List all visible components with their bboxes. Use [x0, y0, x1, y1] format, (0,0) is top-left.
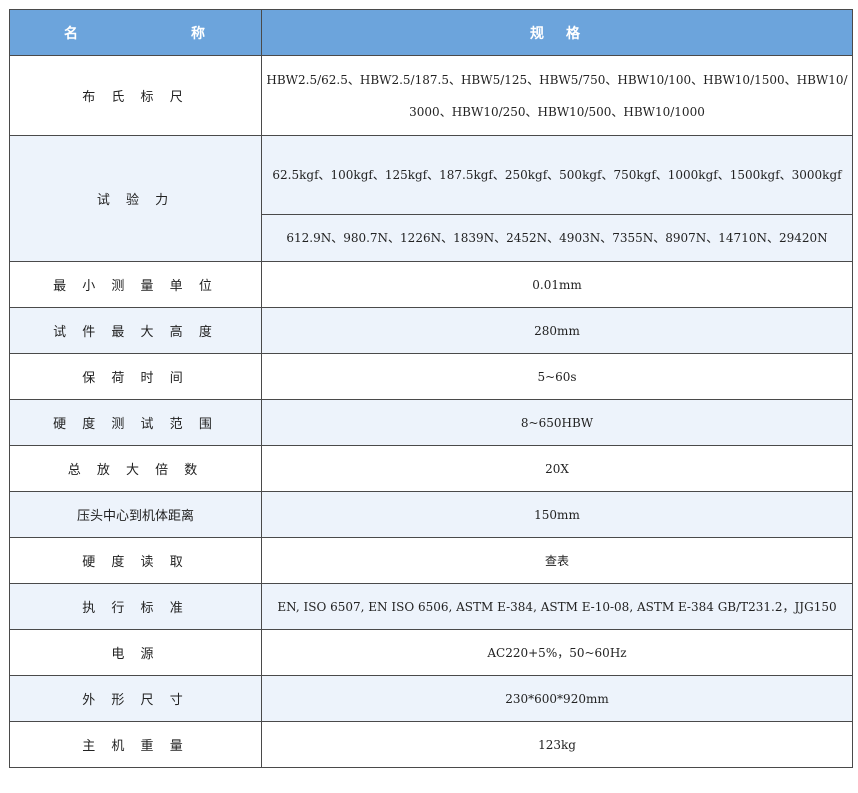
row-name: 硬 度 测 试 范 围: [9, 399, 262, 446]
table-header-row: 名 称 规 格: [9, 9, 853, 56]
table-row: 电 源 AC220+5%，50~60Hz: [9, 629, 853, 676]
table-row: 硬 度 读 取 查表: [9, 537, 853, 584]
spec-table: 名 称 规 格 布 氏 标 尺 HBW2.5/62.5、HBW2.5/187.5…: [9, 9, 853, 768]
row-name: 压头中心到机体距离: [9, 491, 262, 538]
row-name: 保 荷 时 间: [9, 353, 262, 400]
table-row: 试 验 力 62.5kgf、100kgf、125kgf、187.5kgf、250…: [9, 135, 853, 262]
row-name: 电 源: [9, 629, 262, 676]
header-name-part2: 称: [191, 25, 209, 42]
table-row: 最 小 测 量 单 位 0.01mm: [9, 261, 853, 308]
table-row: 压头中心到机体距离 150mm: [9, 491, 853, 538]
row-name: 外 形 尺 寸: [9, 675, 262, 722]
row-spec: 0.01mm: [261, 261, 853, 308]
row-spec-n: 612.9N、980.7N、1226N、1839N、2452N、4903N、73…: [261, 214, 853, 262]
table-row: 外 形 尺 寸 230*600*920mm: [9, 675, 853, 722]
table-row: 执 行 标 准 EN, ISO 6507, EN ISO 6506, ASTM …: [9, 583, 853, 630]
table-row: 保 荷 时 间 5~60s: [9, 353, 853, 400]
row-spec: 20X: [261, 445, 853, 492]
row-spec: 8~650HBW: [261, 399, 853, 446]
row-name: 硬 度 读 取: [9, 537, 262, 584]
table-row: 主 机 重 量 123kg: [9, 721, 853, 768]
row-name: 最 小 测 量 单 位: [9, 261, 262, 308]
row-name: 主 机 重 量: [9, 721, 262, 768]
row-spec: 123kg: [261, 721, 853, 768]
row-spec: AC220+5%，50~60Hz: [261, 629, 853, 676]
table-row: 布 氏 标 尺 HBW2.5/62.5、HBW2.5/187.5、HBW5/12…: [9, 55, 853, 136]
row-spec: EN, ISO 6507, EN ISO 6506, ASTM E-384, A…: [261, 583, 853, 630]
table-row: 试 件 最 大 高 度 280mm: [9, 307, 853, 354]
row-spec: 5~60s: [261, 353, 853, 400]
row-name: 总 放 大 倍 数: [9, 445, 262, 492]
row-name: 执 行 标 准: [9, 583, 262, 630]
table-row: 硬 度 测 试 范 围 8~650HBW: [9, 399, 853, 446]
row-spec: 150mm: [261, 491, 853, 538]
header-name-part1: 名: [64, 25, 82, 42]
row-spec: 230*600*920mm: [261, 675, 853, 722]
header-spec-cell: 规 格: [261, 9, 853, 56]
header-name-cell: 名 称: [9, 9, 262, 56]
table-row: 总 放 大 倍 数 20X: [9, 445, 853, 492]
row-name: 试 验 力: [9, 135, 262, 262]
row-name: 试 件 最 大 高 度: [9, 307, 262, 354]
row-spec: HBW2.5/62.5、HBW2.5/187.5、HBW5/125、HBW5/7…: [261, 55, 853, 136]
row-spec: 查表: [261, 537, 853, 584]
row-spec-kgf: 62.5kgf、100kgf、125kgf、187.5kgf、250kgf、50…: [261, 135, 853, 215]
row-spec: 280mm: [261, 307, 853, 354]
row-name: 布 氏 标 尺: [9, 55, 262, 136]
